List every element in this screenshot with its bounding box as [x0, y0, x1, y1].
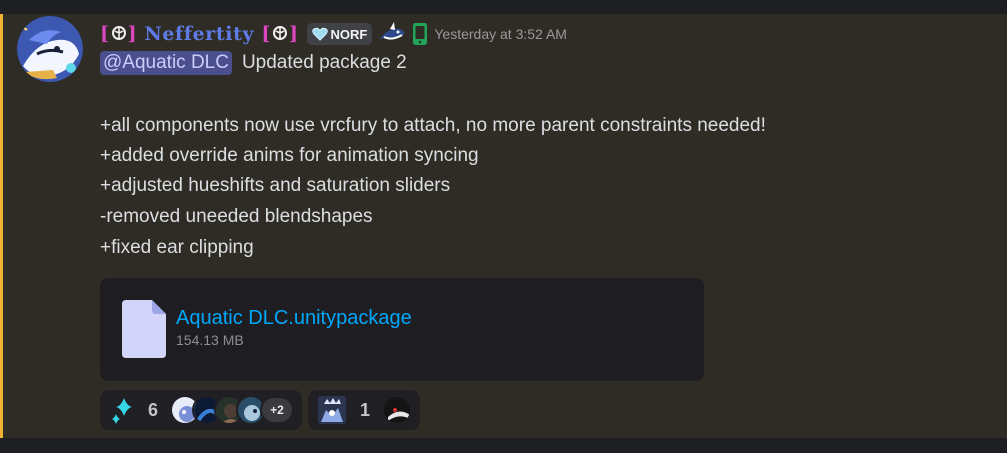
- attachment-file-name[interactable]: Aquatic DLC.unitypackage: [176, 307, 412, 330]
- message-first-line-text: Updated package 2: [241, 52, 407, 73]
- author-display-name: Neffertity: [144, 23, 255, 45]
- emblem-icon: [272, 24, 288, 42]
- shark-badge-icon[interactable]: [378, 21, 406, 47]
- server-tag[interactable]: NORF: [306, 23, 373, 45]
- heart-icon: [311, 27, 328, 41]
- name-bracket-left-2: [: [261, 23, 271, 45]
- server-tag-label: NORF: [330, 26, 368, 42]
- file-attachment: Aquatic DLC.unitypackage 154.13 MB: [100, 278, 704, 381]
- author-avatar[interactable]: [17, 16, 83, 82]
- sparkle-emoji: [112, 398, 132, 424]
- message-line: +adjusted hueshifts and saturation slide…: [100, 175, 451, 196]
- crowned-avatar-emoji: [318, 396, 347, 424]
- reaction-sparkle[interactable]: 6 +2: [100, 390, 303, 430]
- name-bracket-right: ]: [127, 23, 138, 45]
- chat-frame: [] Neffertity [] NORF Yesterday at 3:52 …: [0, 0, 1007, 453]
- message-header: [] Neffertity [] NORF Yesterday at 3:52 …: [100, 20, 567, 48]
- reactor-avatars: [382, 395, 413, 425]
- emblem-icon: [111, 24, 127, 42]
- mobile-device-icon: [412, 22, 428, 46]
- more-reactors-count[interactable]: +2: [260, 396, 295, 424]
- next-message-edge: [0, 438, 1007, 453]
- previous-message-edge: [0, 0, 1007, 14]
- author-name[interactable]: [] Neffertity []: [100, 23, 299, 45]
- name-bracket-left: [: [100, 23, 110, 45]
- message-line: +added override anims for animation sync…: [100, 145, 479, 166]
- reactor-avatars: +2: [170, 395, 295, 425]
- reaction-avatar-emoji[interactable]: 1: [308, 390, 421, 430]
- message-timestamp[interactable]: Yesterday at 3:52 AM: [434, 26, 567, 42]
- message-line: -removed uneeded blendshapes: [100, 206, 373, 227]
- role-mention[interactable]: @Aquatic DLC: [100, 51, 232, 75]
- reaction-count: 6: [148, 399, 159, 420]
- reaction-count: 1: [360, 399, 371, 420]
- message-line: +fixed ear clipping: [100, 237, 254, 258]
- reactions-bar: 6 +2 1: [100, 390, 421, 430]
- file-icon: [122, 300, 166, 358]
- message-first-line: @Aquatic DLC Updated package 2: [100, 51, 407, 75]
- message-line: +all components now use vrcfury to attac…: [100, 115, 766, 136]
- mention-highlight-bar: [0, 14, 3, 438]
- reactor-avatar[interactable]: [382, 395, 413, 425]
- attachment-file-size: 154.13 MB: [176, 332, 244, 348]
- name-bracket-right-2: ]: [288, 23, 299, 45]
